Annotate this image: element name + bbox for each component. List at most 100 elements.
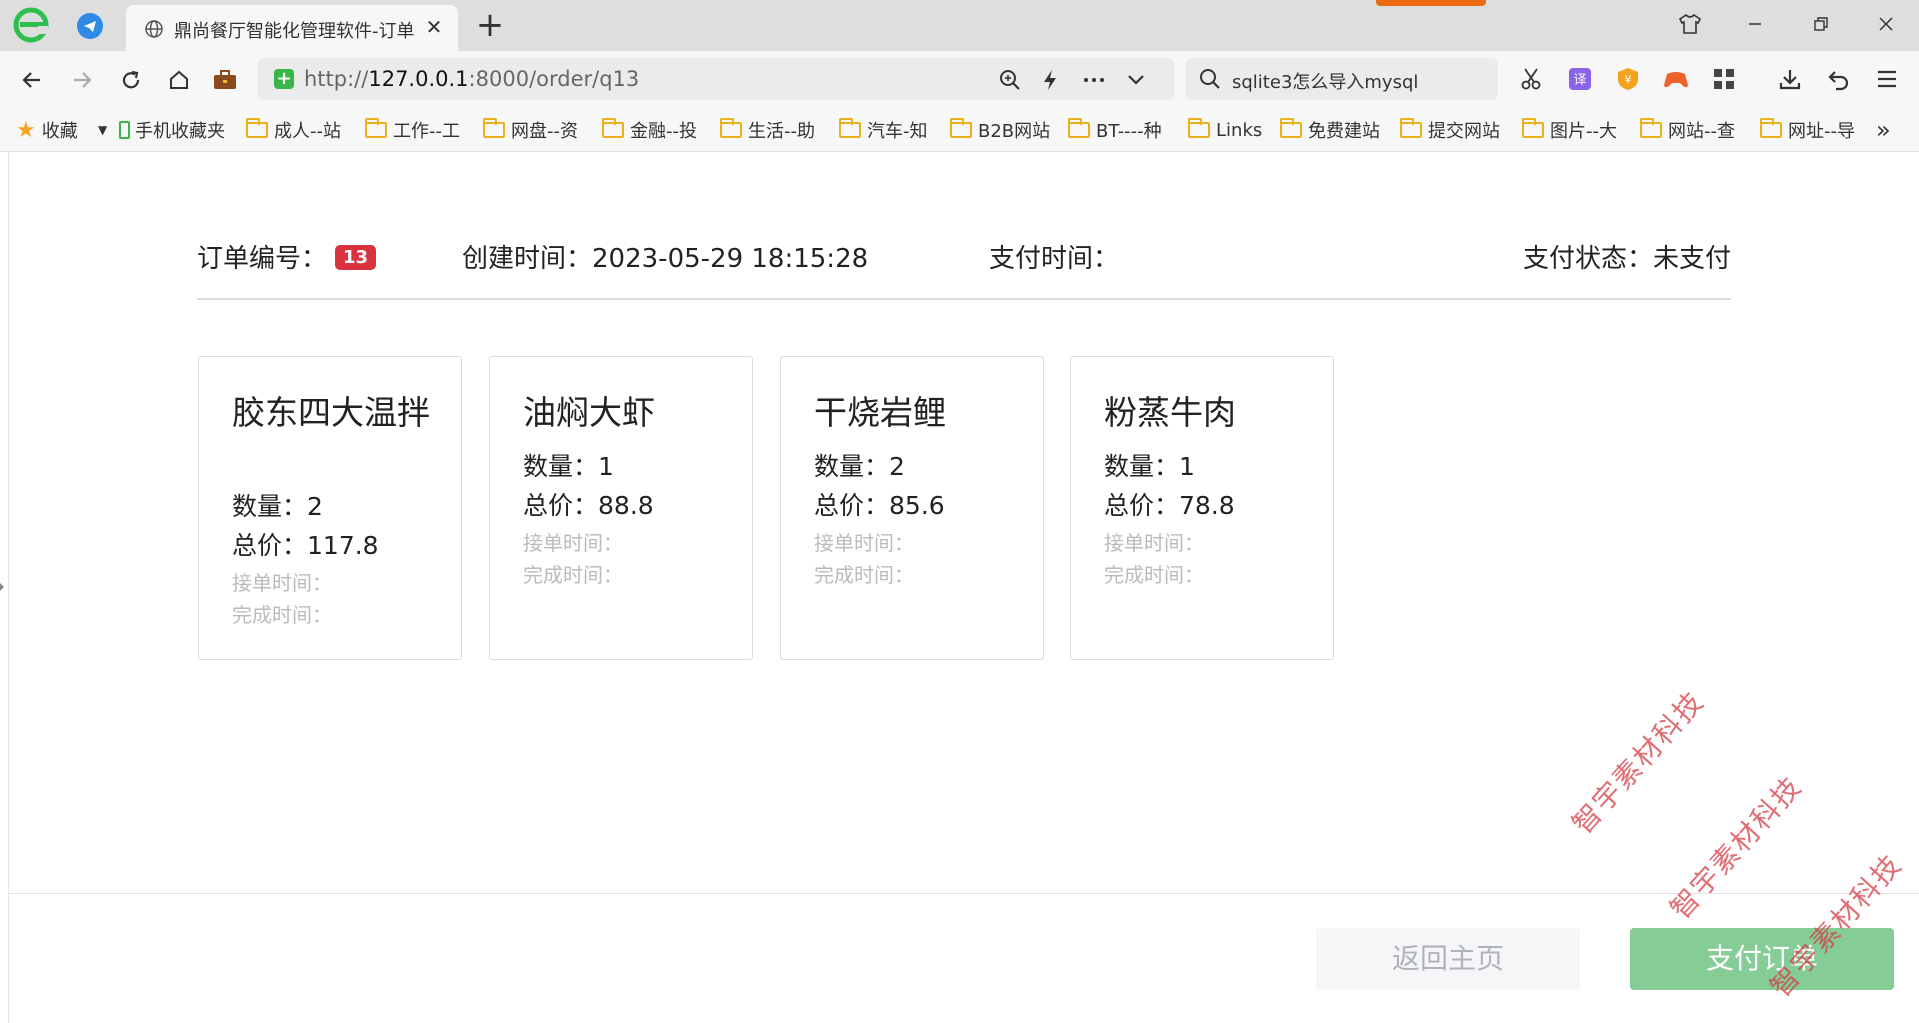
bookmarks-bar: ★ 收藏 ▼ 手机收藏夹 成人--站 工作--工 网盘--资 金融--投 生活-… — [0, 107, 1919, 152]
briefcase-icon[interactable] — [209, 64, 241, 96]
back-to-home-button[interactable]: 返回主页 — [1316, 928, 1580, 990]
minimize-icon[interactable] — [1735, 6, 1775, 42]
bookmark-folder[interactable]: Links — [1188, 118, 1268, 142]
new-tab-icon[interactable]: + — [475, 8, 505, 42]
item-name: 油焖大虾 — [523, 393, 655, 432]
menu-icon[interactable] — [1872, 64, 1902, 94]
folder-icon — [483, 118, 505, 138]
apps-grid-icon[interactable] — [1709, 64, 1739, 94]
folder-icon — [1522, 118, 1544, 138]
folder-icon — [720, 118, 742, 138]
notification-strip — [1376, 0, 1486, 6]
item-finish-time: 完成时间： — [1104, 563, 1204, 587]
phone-icon — [119, 121, 130, 139]
bookmark-favorites[interactable]: ★ 收藏 — [16, 118, 108, 142]
folder-icon — [602, 118, 624, 138]
tab-bar: 鼎尚餐厅智能化管理软件-订单 ✕ + — [0, 0, 1919, 51]
skin-icon[interactable] — [1670, 6, 1710, 42]
order-number: 订单编号： 13 — [197, 238, 377, 275]
reload-icon[interactable] — [115, 64, 147, 96]
close-window-icon[interactable] — [1866, 6, 1906, 42]
star-icon: ★ — [16, 118, 36, 142]
folder-icon — [1640, 118, 1662, 138]
folder-icon — [950, 118, 972, 138]
bookmark-folder[interactable]: BT----种 — [1068, 118, 1168, 142]
search-icon — [1200, 69, 1220, 89]
bookmark-mobile[interactable]: 手机收藏夹 — [119, 118, 239, 142]
chevron-down-icon[interactable] — [1122, 66, 1150, 94]
bookmark-folder[interactable]: 免费建站 — [1280, 118, 1382, 142]
download-icon[interactable] — [1775, 64, 1805, 94]
globe-icon — [145, 20, 163, 38]
order-item-card: 干烧岩鲤 数量：2 总价：85.6 接单时间： 完成时间： — [780, 356, 1044, 660]
folder-icon — [839, 118, 861, 138]
secure-site-icon[interactable]: + — [274, 69, 294, 89]
active-tab[interactable]: 鼎尚餐厅智能化管理软件-订单 ✕ — [126, 5, 458, 51]
folder-icon — [1280, 118, 1302, 138]
item-quantity: 数量：1 — [523, 452, 614, 481]
order-paid-time: 支付时间： — [989, 244, 1120, 274]
home-icon[interactable] — [163, 64, 195, 96]
scissors-icon[interactable] — [1516, 64, 1546, 94]
folder-icon — [246, 118, 268, 138]
gamepad-icon[interactable] — [1661, 64, 1691, 94]
item-total: 总价：85.6 — [814, 491, 945, 520]
order-item-card: 油焖大虾 数量：1 总价：88.8 接单时间： 完成时间： — [489, 356, 753, 660]
bookmark-folder[interactable]: 网址--导 — [1760, 118, 1860, 142]
item-name: 胶东四大温拌 — [232, 393, 430, 432]
url-text[interactable]: http://127.0.0.1:8000/order/q13 — [304, 67, 639, 91]
bookmark-folder[interactable]: 提交网站 — [1400, 118, 1505, 142]
footer-divider — [8, 893, 1919, 894]
bookmark-folder[interactable]: 网盘--资 — [483, 118, 583, 142]
more-icon[interactable] — [1080, 66, 1108, 94]
search-box[interactable]: sqlite3怎么导入mysql — [1186, 58, 1498, 100]
item-finish-time: 完成时间： — [814, 563, 914, 587]
item-accept-time: 接单时间： — [1104, 531, 1204, 555]
bookmark-folder[interactable]: 工作--工 — [365, 118, 465, 142]
tab-title: 鼎尚餐厅智能化管理软件-订单 — [174, 21, 414, 42]
item-quantity: 数量：1 — [1104, 452, 1195, 481]
bookmark-folder[interactable]: B2B网站 — [950, 118, 1058, 142]
order-item-card: 胶东四大温拌 数量：2 总价：117.8 接单时间： 完成时间： — [198, 356, 462, 660]
pay-order-button[interactable]: 支付订单 — [1630, 928, 1894, 990]
item-accept-time: 接单时间： — [523, 531, 623, 555]
item-accept-time: 接单时间： — [814, 531, 914, 555]
undo-icon[interactable] — [1824, 64, 1854, 94]
bookmark-folder[interactable]: 网站--查 — [1640, 118, 1740, 142]
item-finish-time: 完成时间： — [232, 603, 332, 627]
item-total: 总价：88.8 — [523, 491, 654, 520]
navigation-bar: + http://127.0.0.1:8000/order/q13 sqlite… — [0, 51, 1919, 107]
search-input[interactable]: sqlite3怎么导入mysql — [1232, 68, 1418, 94]
restore-icon[interactable] — [1801, 6, 1841, 42]
shield-icon[interactable]: ¥ — [1613, 64, 1643, 94]
item-name: 干烧岩鲤 — [814, 393, 946, 432]
item-quantity: 数量：2 — [232, 492, 323, 521]
back-icon[interactable] — [16, 64, 48, 96]
folder-icon — [1188, 118, 1210, 138]
bookmark-folder[interactable]: 金融--投 — [602, 118, 702, 142]
folder-icon — [365, 118, 387, 138]
item-accept-time: 接单时间： — [232, 571, 332, 595]
order-item-card: 粉蒸牛肉 数量：1 总价：78.8 接单时间： 完成时间： — [1070, 356, 1334, 660]
item-finish-time: 完成时间： — [523, 563, 623, 587]
sidebar-toggle-icon[interactable] — [0, 583, 4, 591]
order-number-badge: 13 — [335, 245, 377, 270]
more-bookmarks-icon[interactable]: » — [1876, 118, 1900, 142]
telegram-icon[interactable] — [77, 13, 103, 39]
close-tab-icon[interactable]: ✕ — [422, 15, 446, 39]
order-header: 订单编号： 13 创建时间：2023-05-29 18:15:28 支付时间： 支… — [197, 234, 1731, 300]
lightning-icon[interactable] — [1036, 66, 1064, 94]
translate-icon[interactable]: 译 — [1565, 64, 1595, 94]
bookmark-folder[interactable]: 汽车-知 — [839, 118, 939, 142]
bookmarks-dropdown-icon[interactable]: ▼ — [98, 118, 116, 142]
bookmark-folder[interactable]: 成人--站 — [246, 118, 348, 142]
address-bar[interactable]: + http://127.0.0.1:8000/order/q13 — [258, 58, 1174, 100]
browser-logo-icon[interactable] — [12, 6, 50, 44]
bookmark-folder[interactable]: 图片--大 — [1522, 118, 1622, 142]
bookmark-folder[interactable]: 生活--助 — [720, 118, 820, 142]
order-payment-status: 支付状态：未支付 — [1522, 244, 1731, 274]
zoom-icon[interactable] — [996, 66, 1024, 94]
folder-icon — [1760, 118, 1782, 138]
item-quantity: 数量：2 — [814, 452, 905, 481]
forward-icon[interactable] — [66, 64, 98, 96]
